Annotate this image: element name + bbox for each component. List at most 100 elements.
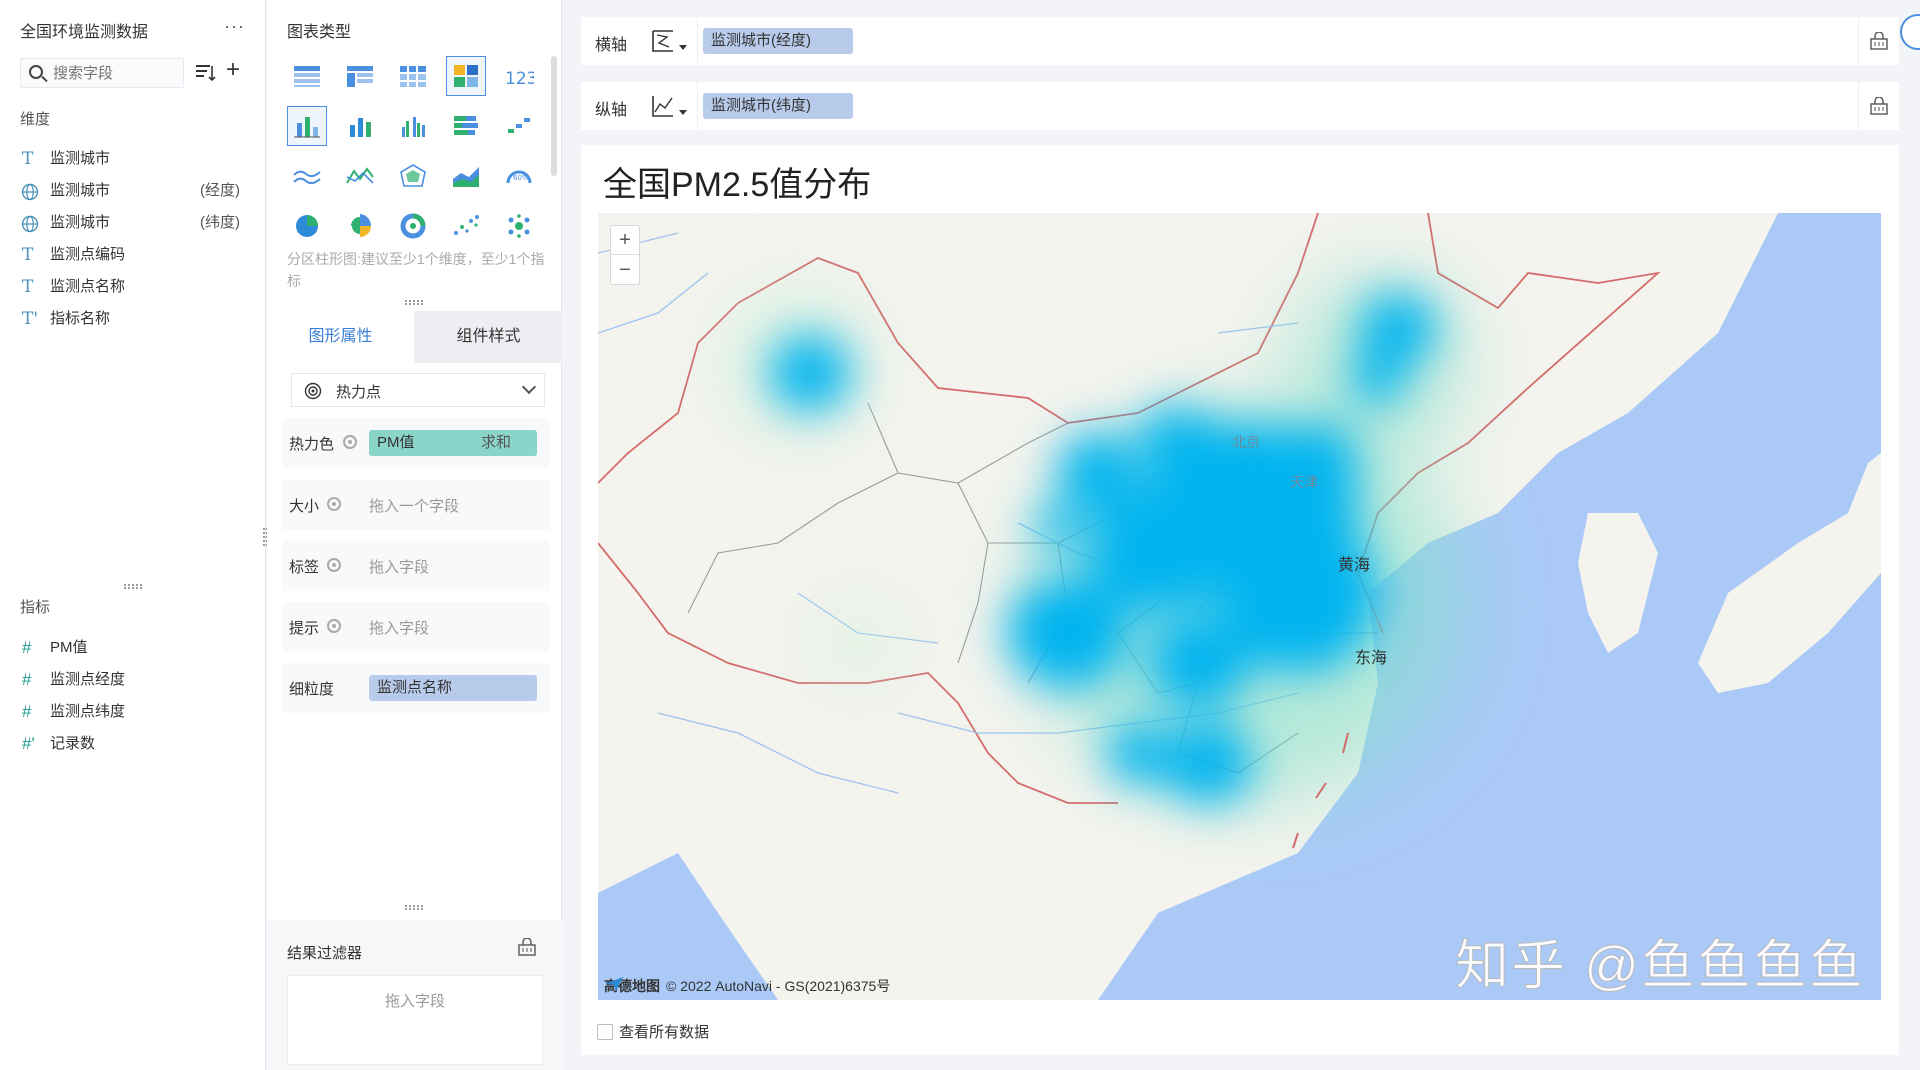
grouped-bar-chart-icon[interactable]: [393, 106, 433, 146]
settings-icon[interactable]: [327, 558, 341, 572]
drop-field-placeholder: 拖入字段: [369, 620, 430, 637]
measure-item[interactable]: # 监测点经度: [20, 664, 246, 696]
settings-icon[interactable]: [327, 497, 341, 511]
prop-label[interactable]: 标签 拖入字段: [283, 541, 549, 591]
dimension-item[interactable]: 监测城市 (纬度): [20, 207, 246, 239]
show-all-checkbox[interactable]: [597, 1024, 613, 1040]
dimension-item[interactable]: T 监测点名称: [20, 271, 246, 303]
number-type-icon: #: [22, 670, 32, 689]
prop-tooltip[interactable]: 提示 拖入字段: [283, 602, 549, 652]
amap-logo-icon: [605, 977, 623, 991]
line-chart-icon[interactable]: [287, 156, 327, 196]
heatmap-map[interactable]: + − 黄海 东海 北京 天津 高德地图 © 2022 AutoNavi - GS…: [598, 213, 1881, 1000]
range-chart-icon[interactable]: [499, 106, 539, 146]
detail-table-icon[interactable]: [446, 56, 486, 96]
filter-drop-zone[interactable]: 拖入字段: [287, 975, 543, 1065]
measure-list: # PM值 # 监测点经度 # 监测点纬度 #' 记录数: [20, 632, 246, 760]
caret-down-icon[interactable]: [679, 110, 687, 115]
bar-chart-icon[interactable]: [340, 106, 380, 146]
donut-chart-icon[interactable]: [393, 206, 433, 246]
tab-graph-properties[interactable]: 图形属性: [267, 311, 414, 363]
table-chart-icon[interactable]: [287, 56, 327, 96]
y-axis-type-icon[interactable]: [649, 92, 677, 120]
sea-label-yellow-sea: 黄海: [1338, 557, 1371, 574]
polyline-chart-icon[interactable]: [340, 156, 380, 196]
svg-text:123: 123: [505, 69, 534, 89]
more-options-icon[interactable]: ···: [224, 16, 245, 37]
measure-item[interactable]: # PM值: [20, 632, 246, 664]
chart-type-scrollbar[interactable]: [551, 56, 557, 176]
sort-fields-icon[interactable]: [194, 60, 218, 84]
stacked-bar-chart-icon[interactable]: [446, 106, 486, 146]
prop-size[interactable]: 大小 拖入一个字段: [283, 480, 549, 530]
show-all-data-toggle[interactable]: 查看所有数据: [597, 1021, 709, 1042]
cross-table-icon[interactable]: [393, 56, 433, 96]
measure-section-title: 指标: [20, 599, 51, 616]
partition-bar-chart-icon[interactable]: [287, 106, 327, 146]
chart-config-panel: 图表类型 123 60% 分区柱形图:建议至少1个维度，至少1个指标 图形属性 …: [267, 0, 562, 1070]
scatter-chart-icon[interactable]: [446, 206, 486, 246]
radar-chart-icon[interactable]: [393, 156, 433, 196]
drop-field-placeholder: 拖入一个字段: [369, 498, 460, 515]
prop-granularity[interactable]: 细粒度 监测点名称: [283, 663, 549, 713]
x-axis-type-icon[interactable]: [649, 27, 677, 55]
chevron-down-icon: [521, 379, 537, 395]
chart-type-title: 图表类型: [287, 24, 352, 41]
x-axis-label: 横轴: [595, 37, 628, 54]
granularity-field-pill[interactable]: 监测点名称: [369, 675, 537, 701]
measure-item[interactable]: # 监测点纬度: [20, 696, 246, 728]
dimension-section-title: 维度: [20, 111, 51, 128]
prop-heat-color[interactable]: 热力色 PM值 求和: [283, 418, 549, 468]
config-tabs: 图形属性 组件样式: [267, 311, 562, 363]
zoom-out-button[interactable]: −: [611, 256, 639, 285]
text-type-icon: T: [22, 149, 34, 169]
field-search[interactable]: [20, 58, 184, 88]
chart-type-hint: 分区柱形图:建议至少1个维度，至少1个指标: [287, 251, 545, 289]
graph-type-select[interactable]: 热力点: [291, 373, 545, 407]
measure-item[interactable]: #' 记录数: [20, 728, 246, 760]
pie-chart-icon[interactable]: [287, 206, 327, 246]
globe-icon: [21, 183, 39, 201]
chart-card: 全国PM2.5值分布 + − 黄海 东海 北京 天津 高德地图 © 2022 A…: [581, 145, 1899, 1055]
section-resize-handle[interactable]: [405, 300, 423, 305]
settings-icon[interactable]: [343, 435, 357, 449]
x-axis-lock-icon[interactable]: [1869, 32, 1889, 50]
heatmap-point-icon: [304, 382, 322, 400]
add-field-icon[interactable]: +: [226, 56, 240, 84]
dimension-list: T 监测城市 监测城市 (经度) 监测城市 (纬度) T 监测点编码 T 监测点…: [20, 143, 246, 335]
dimension-item[interactable]: T 监测点编码: [20, 239, 246, 271]
y-axis-lock-icon[interactable]: [1869, 97, 1889, 115]
rivers: [598, 232, 1299, 334]
sea-label-east-sea: 东海: [1355, 650, 1388, 667]
text-type-icon: T: [22, 277, 34, 297]
settings-icon[interactable]: [327, 619, 341, 633]
svg-text:60%: 60%: [513, 174, 529, 182]
section-resize-handle[interactable]: [405, 905, 423, 910]
text-type-icon: T: [22, 245, 34, 265]
x-axis-field-pill[interactable]: 监测城市(经度): [703, 28, 853, 54]
rose-chart-icon[interactable]: [340, 206, 380, 246]
zoom-control: + −: [610, 225, 640, 285]
city-label-tianjin: 天津: [1290, 474, 1318, 490]
gauge-chart-icon[interactable]: 60%: [499, 156, 539, 196]
zoom-in-button[interactable]: +: [611, 226, 639, 255]
tab-component-style[interactable]: 组件样式: [415, 311, 562, 363]
side-toggle-button[interactable]: [1900, 14, 1920, 50]
panel-resize-handle[interactable]: [124, 584, 142, 589]
dimension-item[interactable]: T 监测城市: [20, 143, 246, 175]
caret-down-icon[interactable]: [679, 45, 687, 50]
bubble-chart-icon[interactable]: [499, 206, 539, 246]
result-filter-title: 结果过滤器: [287, 945, 363, 962]
heat-color-field-pill[interactable]: PM值 求和: [369, 430, 537, 456]
area-chart-icon[interactable]: [446, 156, 486, 196]
y-axis-field-pill[interactable]: 监测城市(纬度): [703, 93, 853, 119]
search-input[interactable]: [53, 63, 181, 83]
dimension-item[interactable]: 监测城市 (经度): [20, 175, 246, 207]
globe-icon: [21, 215, 39, 233]
dimension-item[interactable]: T' 指标名称: [20, 303, 246, 335]
map-canvas[interactable]: [598, 213, 1881, 1000]
calc-number-type-icon: #': [22, 734, 35, 753]
filter-lock-icon[interactable]: [517, 938, 537, 956]
grouped-table-icon[interactable]: [340, 56, 380, 96]
kpi-number-icon[interactable]: 123: [499, 56, 539, 96]
